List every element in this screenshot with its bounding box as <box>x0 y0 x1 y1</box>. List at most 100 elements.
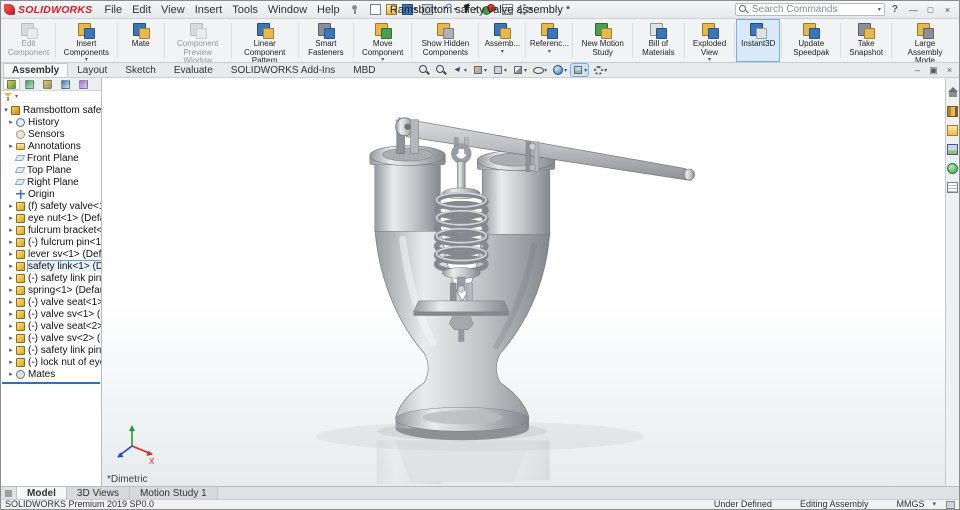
tab-assembly[interactable]: Assembly <box>3 63 68 77</box>
view-palette-icon[interactable] <box>947 144 958 155</box>
filter-icon[interactable] <box>4 92 13 101</box>
tree-item-valve-seat-1-defa[interactable]: ▸(-) valve seat<1> (Defa <box>1 296 101 308</box>
zoom-to-fit-icon[interactable] <box>417 64 431 76</box>
doc-restore-button[interactable]: ▣ <box>927 64 940 76</box>
zoom-to-area-icon[interactable] <box>434 64 448 76</box>
ribbon-button-smart-fasteners[interactable]: Smart Fasteners <box>300 19 352 62</box>
doc-tab-3d-views[interactable]: 3D Views <box>67 487 130 499</box>
expander-icon[interactable]: ▾ <box>2 106 10 114</box>
tab-sketch[interactable]: Sketch <box>116 63 165 77</box>
rollback-bar[interactable] <box>2 382 100 384</box>
design-library-icon[interactable] <box>947 106 958 117</box>
view-settings-icon[interactable]: ▾ <box>591 64 608 76</box>
section-view-icon[interactable]: ▾ <box>471 64 488 76</box>
graphics-area[interactable]: X *Dimetric <box>102 78 945 486</box>
menu-view[interactable]: View <box>156 3 190 17</box>
tree-item-sensors[interactable]: Sensors <box>1 128 101 140</box>
pin-icon[interactable] <box>350 4 360 15</box>
displaymanager-tab[interactable] <box>75 78 92 90</box>
solidworks-resources-icon[interactable] <box>947 87 958 98</box>
doc-tab-motion-study-1[interactable]: Motion Study 1 <box>130 487 218 499</box>
minimize-button[interactable]: — <box>905 2 922 18</box>
tree-item-lock-nut-of-eye-nut[interactable]: ▸(-) lock nut of eye nut< <box>1 356 101 368</box>
search-commands-box[interactable]: Search Commands ▾ <box>735 3 885 16</box>
tree-item-lever-sv-1-default[interactable]: ▸lever sv<1> (Default< <box>1 248 101 260</box>
search-dropdown-caret-icon[interactable]: ▾ <box>878 6 881 13</box>
tree-item-fulcrum-bracket-1-d[interactable]: ▸fulcrum bracket<1> (D <box>1 224 101 236</box>
expander-icon[interactable]: ▸ <box>7 202 15 210</box>
expander-icon[interactable]: ▸ <box>7 358 15 366</box>
tree-item-spring-1-default[interactable]: ▸spring<1> (Default<< <box>1 284 101 296</box>
tree-item-safety-link-pin-2[interactable]: ▸(-) safety link pin<2> ( <box>1 344 101 356</box>
ribbon-button-edit-component[interactable]: Edit Component <box>3 19 54 62</box>
tree-item-mates[interactable]: ▸Mates <box>1 368 101 380</box>
expander-icon[interactable]: ▸ <box>7 238 15 246</box>
menu-tools[interactable]: Tools <box>227 3 263 17</box>
ribbon-button-exploded-view[interactable]: Exploded View▾ <box>686 19 734 62</box>
display-style-icon[interactable]: ▾ <box>511 64 528 76</box>
expander-icon[interactable]: ▸ <box>7 346 15 354</box>
ribbon-button-linear-component-pattern[interactable]: Linear Component Pattern▾ <box>233 19 297 62</box>
expander-icon[interactable]: ▸ <box>7 226 15 234</box>
expander-icon[interactable]: ▸ <box>7 214 15 222</box>
previous-view-icon[interactable]: ▾ <box>451 64 468 76</box>
doc-close-button[interactable]: × <box>943 64 956 76</box>
expander-icon[interactable]: ▸ <box>7 118 15 126</box>
tree-item-eye-nut-1-default[interactable]: ▸eye nut<1> (Default<< <box>1 212 101 224</box>
edit-appearance-icon[interactable]: ▾ <box>551 64 568 76</box>
eye-nut-spindle[interactable] <box>451 138 471 194</box>
apply-scene-icon[interactable]: ▾ <box>571 64 588 76</box>
expander-icon[interactable]: ▸ <box>7 322 15 330</box>
ribbon-button-mate[interactable]: Mate <box>119 19 163 62</box>
tab-mbd[interactable]: MBD <box>344 63 384 77</box>
filter-dropdown-caret-icon[interactable]: ▾ <box>15 93 18 100</box>
ribbon-button-new-motion-study[interactable]: New Motion Study <box>574 19 631 62</box>
menu-help[interactable]: Help <box>312 3 345 17</box>
ribbon-button-large-assembly-mode[interactable]: Large Assembly Mode <box>893 19 957 62</box>
propertymanager-tab[interactable] <box>21 78 38 90</box>
tree-item-safety-link-pin-1[interactable]: ▸(-) safety link pin<1> ( <box>1 272 101 284</box>
tab-evaluate[interactable]: Evaluate <box>165 63 222 77</box>
tab-solidworks-add-ins[interactable]: SOLIDWORKS Add-Ins <box>222 63 344 77</box>
expander-icon[interactable]: ▸ <box>7 142 15 150</box>
valve-chamber-right[interactable] <box>477 151 555 235</box>
expander-icon[interactable]: ▸ <box>7 262 15 270</box>
featuremanager-tab[interactable] <box>3 78 20 90</box>
menu-edit[interactable]: Edit <box>127 3 156 17</box>
ribbon-button-update-speedpak[interactable]: Update Speedpak <box>783 19 839 62</box>
appearances-scenes-icon[interactable] <box>947 163 958 174</box>
hide-show-items-icon[interactable]: ▾ <box>531 64 548 76</box>
tree-item-top-plane[interactable]: Top Plane <box>1 164 101 176</box>
ribbon-button-take-snapshot[interactable]: Take Snapshot <box>842 19 890 62</box>
doc-tab-model[interactable]: Model <box>17 487 67 499</box>
expander-icon[interactable]: ▸ <box>7 250 15 258</box>
maximize-button[interactable]: □ <box>922 2 939 18</box>
expander-icon[interactable]: ▸ <box>7 370 15 378</box>
expander-icon[interactable]: ▸ <box>7 298 15 306</box>
dimxpertmanager-tab[interactable] <box>57 78 74 90</box>
expander-icon[interactable]: ▸ <box>7 286 15 294</box>
custom-properties-icon[interactable] <box>947 182 958 193</box>
tab-layout[interactable]: Layout <box>68 63 116 77</box>
configurationmanager-tab[interactable] <box>39 78 56 90</box>
menu-file[interactable]: File <box>99 3 127 17</box>
ribbon-button-show-hidden-components[interactable]: Show Hidden Components <box>413 19 477 62</box>
expander-icon[interactable]: ▸ <box>7 334 15 342</box>
tree-item-valve-seat-2-defa[interactable]: ▸(-) valve seat<2> (Defa <box>1 320 101 332</box>
tree-item-fulcrum-pin-1-de[interactable]: ▸(-) fulcrum pin<1> (De <box>1 236 101 248</box>
menu-window[interactable]: Window <box>263 3 312 17</box>
status-panel-icon[interactable] <box>946 501 955 509</box>
ribbon-button-referenc[interactable]: Referenc...▾ <box>527 19 571 62</box>
tree-item-history[interactable]: ▸History <box>1 116 101 128</box>
menu-insert[interactable]: Insert <box>190 3 228 17</box>
tree-item-right-plane[interactable]: Right Plane <box>1 176 101 188</box>
new-document-icon[interactable] <box>369 3 382 16</box>
tree-item-valve-sv-2-defaul[interactable]: ▸(-) valve sv<2> (Defaul <box>1 332 101 344</box>
ribbon-button-insert-components[interactable]: Insert Components▾ <box>57 19 116 62</box>
view-orientation-icon[interactable]: ▾ <box>491 64 508 76</box>
expander-icon[interactable]: ▸ <box>7 274 15 282</box>
expander-icon[interactable]: ▸ <box>7 310 15 318</box>
tree-root-assembly[interactable]: ▾Ramsbottom safety valve (D <box>1 104 101 116</box>
ribbon-button-assemb[interactable]: Assemb...▾ <box>480 19 524 62</box>
file-explorer-icon[interactable] <box>947 125 958 136</box>
